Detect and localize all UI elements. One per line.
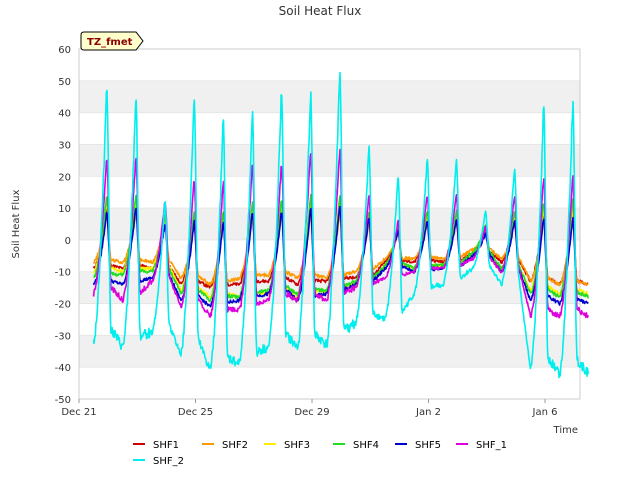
- y-tick-label: 40: [58, 109, 71, 120]
- legend-label: SHF1: [153, 440, 179, 451]
- grid-band: [79, 208, 580, 240]
- x-tick-label: Jan 2: [415, 407, 441, 418]
- legend-label: SHF_1: [476, 440, 507, 451]
- legend: SHF1 SHF2 SHF3 SHF4 SHF5 SHF_1 SHF_2: [133, 440, 507, 467]
- y-tick-label: -50: [55, 395, 71, 406]
- legend-label: SHF4: [353, 440, 379, 451]
- y-tick-label: 50: [58, 77, 71, 88]
- y-tick-label: 60: [58, 45, 71, 56]
- grid-bands: [79, 48, 580, 400]
- station-badge: TZ_fmet: [80, 31, 144, 51]
- badge-label: TZ_fmet: [87, 37, 133, 48]
- legend-label: SHF5: [415, 440, 441, 451]
- grid-band: [79, 335, 580, 368]
- y-tick-label: 30: [58, 140, 71, 151]
- y-tick-label: 10: [58, 204, 71, 215]
- legend-label: SHF3: [284, 440, 310, 451]
- y-axis-title: Soil Heat Flux: [11, 189, 22, 258]
- grid-band: [79, 80, 580, 113]
- y-tick-label: -30: [55, 331, 71, 342]
- x-axis-ticks: Dec 21 Dec 25 Dec 29 Jan 2 Jan 6: [61, 399, 558, 418]
- legend-label: SHF2: [222, 440, 248, 451]
- y-tick-label: -10: [55, 268, 71, 279]
- x-tick-label: Jan 6: [532, 407, 558, 418]
- chart-title: Soil Heat Flux: [279, 4, 362, 18]
- y-tick-label: -40: [55, 363, 71, 374]
- x-tick-label: Dec 29: [294, 407, 329, 418]
- x-axis-title: Time: [553, 425, 578, 436]
- x-tick-label: Dec 21: [61, 407, 96, 418]
- x-tick-label: Dec 25: [178, 407, 213, 418]
- soil-heat-flux-chart: -50-40-30-20-100102030405060 Dec 21 Dec 2…: [11, 4, 589, 467]
- y-axis-ticks: -50 -40 -30 -20 -10 0 10 20 30 40 50 60: [55, 45, 71, 406]
- y-tick-label: -20: [55, 300, 71, 311]
- y-tick-label: 20: [58, 172, 71, 183]
- legend-label: SHF_2: [153, 456, 184, 467]
- grid-band: [79, 144, 580, 177]
- y-tick-label: 0: [65, 236, 71, 247]
